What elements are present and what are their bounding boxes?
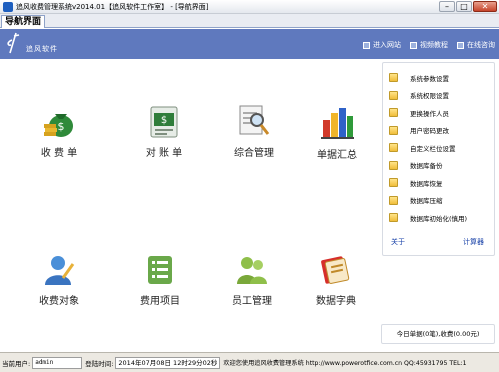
maximize-button[interactable]: □	[456, 1, 472, 12]
status-message: 欢迎您使用追风收费管理系统 http://www.powerotfice.com…	[223, 360, 467, 367]
link-label: 进入网站	[373, 41, 401, 49]
tile-receipt[interactable]: $ 收 费 单	[19, 104, 99, 159]
tile-fee-items[interactable]: 费用项目	[120, 254, 200, 307]
people-icon	[237, 257, 267, 284]
logo-icon	[7, 32, 20, 54]
menu-item-db-compact[interactable]: 数据库压缩	[389, 192, 490, 210]
login-time-label: 登陆时间:	[85, 359, 114, 368]
window-title: 追风收费管理系统v2014.01【追风软件工作室】 - [导航界面]	[16, 2, 209, 11]
menu-item-db-restore[interactable]: 数据库恢复	[389, 174, 490, 192]
menu-item-label: 用户密码更改	[410, 127, 449, 136]
current-user-label: 当前用户:	[2, 359, 31, 368]
menu-item-label: 数据库恢复	[410, 179, 443, 188]
visit-website-link[interactable]: 进入网站	[363, 40, 401, 50]
calculator-link[interactable]: 计算器	[463, 237, 484, 247]
status-bar: 当前用户: admin 登陆时间: 2014年07月08日 12时29分02秒 …	[0, 352, 499, 372]
menu-item-label: 数据库备份	[410, 162, 443, 171]
window-controls: – □ ✕	[439, 1, 497, 12]
menu-item-db-initialize[interactable]: 数据库初始化(慎用)	[389, 209, 490, 227]
today-summary: 今日单据(0笔),收费(0.00元)	[381, 324, 495, 344]
list-icon	[148, 256, 172, 284]
magnifier-document-icon	[239, 105, 270, 135]
link-label: 在线咨询	[467, 41, 495, 49]
menu-item-switch-operator[interactable]: 更换操作人员	[389, 104, 490, 122]
square-icon	[363, 41, 370, 49]
folder-icon	[389, 160, 398, 170]
tile-label: 数据字典	[316, 296, 356, 307]
folder-icon	[389, 125, 398, 135]
user-icon	[45, 256, 75, 285]
tab-bar: 导航界面	[0, 14, 499, 28]
current-user-value: admin	[32, 356, 83, 369]
header-banner: 追风软件 进入网站 视频教程 在线咨询	[0, 29, 499, 59]
tab-navigation[interactable]: 导航界面	[1, 15, 46, 28]
tile-statement[interactable]: $ 对 账 单	[124, 104, 204, 159]
menu-item-permissions[interactable]: 系统权限设置	[389, 87, 490, 105]
folder-icon	[389, 108, 398, 118]
tile-label: 员工管理	[232, 296, 272, 307]
menu-item-label: 数据库初始化(慎用)	[410, 214, 468, 223]
tile-label: 收费对象	[39, 296, 79, 307]
folder-icon	[389, 73, 398, 83]
folder-icon	[389, 213, 398, 223]
tile-staff-management[interactable]: 员工管理	[212, 254, 292, 307]
folder-icon	[389, 90, 398, 100]
tile-label: 收 费 单	[40, 148, 78, 159]
tile-label: 费用项目	[140, 296, 180, 307]
login-time-value: 2014年07月08日 12时29分02秒	[115, 356, 221, 369]
logo-text: 追风软件	[26, 45, 58, 53]
video-tutorial-link[interactable]: 视频教程	[410, 40, 448, 50]
menu-item-label: 数据库压缩	[410, 197, 443, 206]
tile-data-dictionary[interactable]: 数据字典	[296, 254, 376, 307]
panel-footer: 关于 计算器	[383, 237, 494, 247]
menu-item-system-params[interactable]: 系统参数设置	[389, 69, 490, 87]
tile-label: 对 账 单	[145, 148, 183, 159]
header-links: 进入网站 视频教程 在线咨询	[363, 40, 495, 50]
bill-icon: $	[150, 106, 178, 138]
minimize-button[interactable]: –	[439, 1, 455, 12]
online-consult-link[interactable]: 在线咨询	[457, 40, 495, 50]
link-label: 视频教程	[420, 41, 448, 49]
close-button[interactable]: ✕	[473, 1, 497, 12]
menu-item-change-password[interactable]: 用户密码更改	[389, 122, 490, 140]
tile-payer[interactable]: 收费对象	[19, 254, 99, 307]
folder-icon	[389, 178, 398, 188]
menu-item-db-backup[interactable]: 数据库备份	[389, 157, 490, 175]
tile-label: 综合管理	[234, 148, 274, 159]
tile-integrated-management[interactable]: 综合管理	[214, 104, 294, 159]
money-bag-icon: $	[44, 114, 73, 137]
svg-text:$: $	[161, 115, 167, 126]
menu-item-custom-columns[interactable]: 自定义栏位设置	[389, 139, 490, 157]
square-icon	[457, 41, 464, 49]
book-icon	[321, 256, 350, 284]
about-link[interactable]: 关于	[391, 237, 405, 247]
tile-label: 单据汇总	[317, 150, 357, 161]
folder-icon	[389, 195, 398, 205]
menu-item-label: 系统权限设置	[410, 92, 449, 101]
folder-icon	[389, 143, 398, 153]
svg-text:$: $	[58, 120, 65, 133]
menu-item-label: 自定义栏位设置	[410, 144, 456, 153]
tile-bill-summary[interactable]: 单据汇总	[297, 104, 377, 161]
system-menu-panel: 系统参数设置 系统权限设置 更换操作人员 用户密码更改 自定义栏位设置 数据库备…	[382, 62, 495, 256]
menu-item-label: 更换操作人员	[410, 109, 449, 118]
window-titlebar: 追风收费管理系统v2014.01【追风软件工作室】 - [导航界面] – □ ✕	[0, 0, 499, 14]
app-icon	[3, 1, 13, 12]
square-icon	[410, 41, 417, 49]
menu-item-label: 系统参数设置	[410, 74, 449, 83]
bar-chart-icon	[321, 108, 354, 139]
